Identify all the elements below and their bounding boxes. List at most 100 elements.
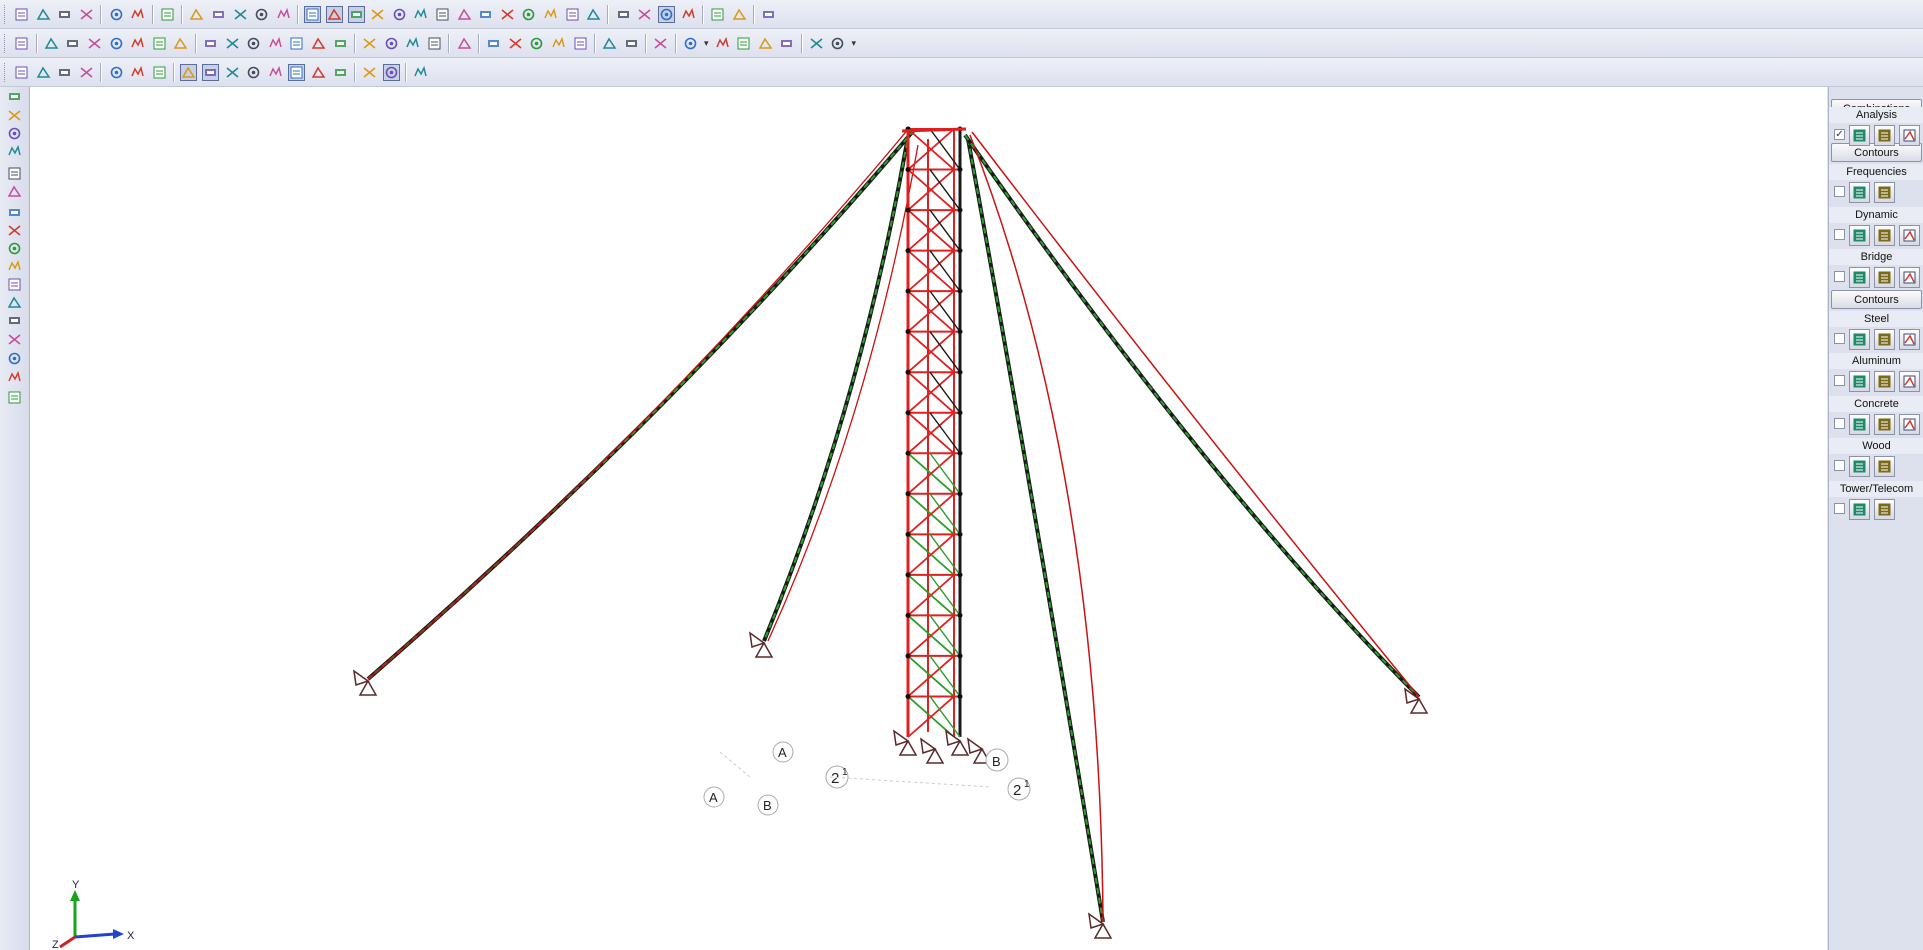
section-icon[interactable]	[369, 6, 386, 23]
rotate-icon[interactable]	[636, 6, 653, 23]
member-icon[interactable]	[232, 6, 249, 23]
surface-load-icon[interactable]	[550, 35, 567, 52]
toolbar-grip[interactable]	[4, 5, 8, 24]
frequencies-spreadsheet-icon[interactable]	[1874, 182, 1895, 203]
wall-icon[interactable]	[499, 6, 516, 23]
steel-checkbox[interactable]	[1834, 333, 1845, 344]
tower-telecom-results-table-icon[interactable]	[1849, 499, 1870, 520]
steel-graphic-results-icon[interactable]	[1899, 329, 1920, 350]
redraw-icon[interactable]	[5, 275, 24, 294]
color-palette-icon[interactable]	[652, 35, 669, 52]
rotate-view-icon[interactable]	[5, 142, 24, 161]
render-icon[interactable]	[253, 6, 270, 23]
frequencies-results-table-icon[interactable]	[1849, 182, 1870, 203]
panel-icon[interactable]	[564, 6, 581, 23]
member-view-icon[interactable]	[326, 6, 344, 23]
concrete-spreadsheet-icon[interactable]	[1874, 414, 1895, 435]
dynamic-checkbox[interactable]	[1834, 229, 1845, 240]
bridge-results-table-icon[interactable]	[1849, 267, 1870, 288]
draw-member-icon[interactable]	[43, 35, 60, 52]
paste-icon[interactable]	[456, 35, 473, 52]
view-options-icon[interactable]	[657, 6, 675, 23]
toolbar-grip[interactable]	[4, 34, 8, 53]
select-member-icon[interactable]	[382, 64, 400, 81]
tower-telecom-spreadsheet-icon[interactable]	[1874, 499, 1895, 520]
thermal-load-icon[interactable]	[623, 35, 640, 52]
side-view-icon[interactable]	[5, 239, 24, 258]
draw-load-icon[interactable]	[129, 35, 146, 52]
delete-load-icon[interactable]	[288, 35, 305, 52]
tag-icon[interactable]	[714, 35, 731, 52]
load-case-icon[interactable]	[542, 6, 559, 23]
wood-spreadsheet-icon[interactable]	[1874, 456, 1895, 477]
new-file-icon[interactable]	[13, 6, 30, 23]
delete-member-icon[interactable]	[202, 35, 219, 52]
draw-solid-icon[interactable]	[172, 35, 189, 52]
tag-3-icon[interactable]	[757, 35, 774, 52]
delete-all-icon[interactable]	[332, 35, 349, 52]
spring-icon[interactable]	[412, 6, 429, 23]
support-icon[interactable]	[434, 6, 451, 23]
zoom-in-icon[interactable]	[5, 164, 24, 183]
globe-view-icon[interactable]	[5, 106, 24, 125]
bridge-graphic-results-icon[interactable]	[1899, 267, 1920, 288]
select-check-icon[interactable]	[412, 64, 429, 81]
select-joint-icon[interactable]	[361, 64, 378, 81]
zoom-out-icon[interactable]	[5, 182, 24, 201]
draw-plate-icon[interactable]	[64, 35, 81, 52]
toggle-icon[interactable]	[709, 6, 726, 23]
grid-view-icon[interactable]	[5, 124, 24, 143]
analysis-results-table-icon[interactable]	[1849, 125, 1870, 146]
help-icon[interactable]	[760, 6, 777, 23]
members-3d-icon[interactable]	[5, 330, 24, 349]
model-merge-icon[interactable]	[731, 6, 748, 23]
tag-2-icon[interactable]	[735, 35, 752, 52]
cube-view-icon[interactable]	[5, 311, 24, 330]
aluminum-graphic-results-icon[interactable]	[1899, 371, 1920, 392]
member-rotate-icon[interactable]	[485, 35, 502, 52]
2d-3d-icon[interactable]	[188, 6, 205, 23]
dropdown-arrow-icon[interactable]: ▾	[701, 38, 711, 49]
clone-view-icon[interactable]	[5, 388, 24, 407]
front-view-icon[interactable]	[5, 221, 24, 240]
redo-icon[interactable]	[129, 6, 146, 23]
model-graphics[interactable]: 2 1 A B A B 2 1 X Y Z	[30, 87, 1827, 950]
tag-4-icon[interactable]	[778, 35, 795, 52]
bridge-checkbox[interactable]	[1834, 271, 1845, 282]
open-file-icon[interactable]	[35, 6, 52, 23]
analysis-spreadsheet-icon[interactable]	[1874, 125, 1895, 146]
eye-icon[interactable]	[5, 368, 24, 387]
select-window-icon[interactable]	[245, 64, 262, 81]
toolbar-grip[interactable]	[4, 63, 8, 82]
select-all-icon[interactable]	[35, 64, 52, 81]
concrete-results-table-icon[interactable]	[1849, 414, 1870, 435]
select-plate-icon[interactable]	[288, 64, 306, 81]
aluminum-checkbox[interactable]	[1834, 375, 1845, 386]
dropdown-arrow-icon[interactable]: ▾	[849, 38, 859, 49]
steel-results-table-icon[interactable]	[1849, 329, 1870, 350]
tower-telecom-checkbox[interactable]	[1834, 503, 1845, 514]
area-load-icon[interactable]	[601, 35, 618, 52]
top-view-icon[interactable]	[5, 257, 24, 276]
iso-view-icon[interactable]	[5, 203, 24, 222]
copy-icon[interactable]	[426, 35, 443, 52]
solid-icon[interactable]	[477, 6, 494, 23]
select-line-icon[interactable]	[202, 64, 220, 81]
moving-load-icon[interactable]	[572, 35, 589, 52]
select-pointer-icon[interactable]	[180, 64, 198, 81]
delete-area-icon[interactable]	[310, 35, 327, 52]
delete-plate-icon[interactable]	[224, 35, 241, 52]
render-model-icon[interactable]	[5, 349, 24, 368]
dynamic-results-table-icon[interactable]	[1849, 225, 1870, 246]
draw-area-icon[interactable]	[151, 35, 168, 52]
joint-icon[interactable]	[391, 6, 408, 23]
prev-view-icon[interactable]	[5, 293, 24, 312]
delete-joint-icon[interactable]	[245, 35, 262, 52]
select-solid-icon[interactable]	[310, 64, 327, 81]
delete-support-icon[interactable]	[267, 35, 284, 52]
dynamic-graphic-results-icon[interactable]	[1899, 225, 1920, 246]
selection-view-icon[interactable]	[304, 6, 322, 23]
display-detail-icon[interactable]	[682, 35, 699, 52]
tag-5-icon[interactable]	[808, 35, 825, 52]
aluminum-spreadsheet-icon[interactable]	[1874, 371, 1895, 392]
